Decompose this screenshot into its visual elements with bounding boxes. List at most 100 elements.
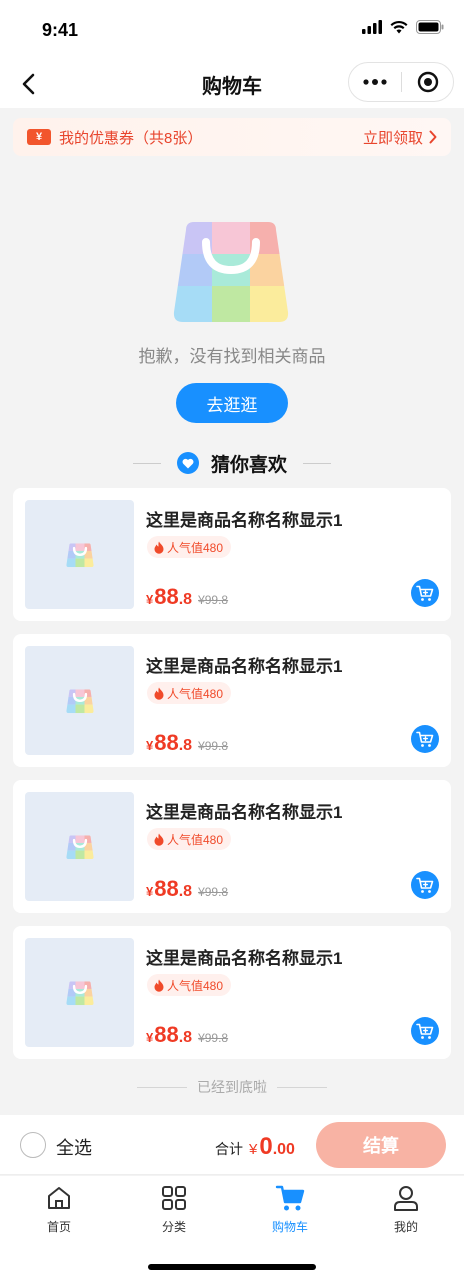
price-dec: .8 xyxy=(178,737,193,754)
coupon-text: 我的优惠券（共8张） xyxy=(59,129,203,147)
product-image[interactable] xyxy=(25,646,134,755)
price-dec: .8 xyxy=(178,1029,193,1046)
nav-bar: 购物车 xyxy=(0,60,464,108)
popularity-badge: 人气值480 xyxy=(147,536,232,558)
cart-icon xyxy=(275,1185,305,1211)
product-image[interactable] xyxy=(25,792,134,901)
go-shopping-button[interactable]: 去逛逛 xyxy=(176,383,288,423)
add-cart-icon xyxy=(416,731,434,747)
original-price: ¥99.8 xyxy=(198,885,229,899)
tab-label: 购物车 xyxy=(271,1220,308,1234)
add-cart-icon xyxy=(416,1023,434,1039)
product-image[interactable] xyxy=(25,938,134,1047)
total-amount: 合计 ¥ 0 .00 xyxy=(215,1133,295,1161)
home-indicator xyxy=(148,1264,316,1270)
shopping-bag-placeholder-icon xyxy=(65,542,94,567)
heart-icon xyxy=(176,452,199,474)
coupon-ticket-icon: ¥ xyxy=(27,129,51,145)
price-dec: .8 xyxy=(178,883,193,900)
select-all-checkbox[interactable] xyxy=(20,1132,46,1158)
add-to-cart-button[interactable] xyxy=(411,725,439,753)
target-close-icon xyxy=(417,71,438,93)
shopping-bag-placeholder-icon xyxy=(65,980,94,1005)
add-to-cart-button[interactable] xyxy=(411,1017,439,1045)
checkout-bar: 全选 合计 ¥ 0 .00 结算 xyxy=(0,1115,464,1175)
status-icons xyxy=(362,20,444,34)
original-price: ¥99.8 xyxy=(198,593,229,607)
original-price: ¥99.8 xyxy=(198,1031,229,1045)
price-currency: ¥ xyxy=(146,738,154,753)
price-dec: .8 xyxy=(178,591,193,608)
mini-program-capsule xyxy=(348,62,454,102)
tab-category[interactable]: 分类 xyxy=(129,1182,219,1238)
tab-label: 我的 xyxy=(393,1220,418,1234)
home-icon xyxy=(48,1187,70,1209)
popularity-badge: 人气值480 xyxy=(147,682,232,704)
divider-line xyxy=(303,462,331,464)
product-name[interactable]: 这里是商品名称名称显示1 xyxy=(146,506,342,531)
wifi-icon xyxy=(390,20,408,34)
total-label: 合计 xyxy=(215,1141,243,1157)
price-int: 88 xyxy=(154,1022,179,1047)
more-button[interactable] xyxy=(349,63,401,101)
chevron-right-icon xyxy=(429,130,437,144)
total-int: 0 xyxy=(259,1133,273,1160)
product-name[interactable]: 这里是商品名称名称显示1 xyxy=(146,652,342,677)
product-card[interactable]: 这里是商品名称名称显示1 人气值480 ¥88.8 ¥99.8 xyxy=(13,780,451,913)
end-of-list: 已经到底啦 xyxy=(0,1076,464,1098)
coupon-get-link[interactable]: 立即领取 xyxy=(363,127,437,148)
recommend-header: 猜你喜欢 xyxy=(0,448,464,478)
recommend-title: 猜你喜欢 xyxy=(210,454,287,476)
more-dots-icon xyxy=(363,79,387,85)
flame-icon xyxy=(154,979,164,992)
shopping-bag-illustration-icon xyxy=(173,222,289,322)
select-all-label[interactable]: 全选 xyxy=(56,1134,92,1160)
product-price: ¥88.8 ¥99.8 xyxy=(146,730,228,756)
price-int: 88 xyxy=(154,584,179,609)
shopping-bag-placeholder-icon xyxy=(65,834,94,859)
original-price: ¥99.8 xyxy=(198,739,229,753)
tab-home[interactable]: 首页 xyxy=(14,1182,104,1238)
tab-mine[interactable]: 我的 xyxy=(361,1182,451,1238)
signal-icon xyxy=(362,20,382,34)
product-card[interactable]: 这里是商品名称名称显示1 人气值480 ¥88.8 ¥99.8 xyxy=(13,488,451,621)
price-int: 88 xyxy=(154,876,179,901)
coupon-banner[interactable]: ¥ 我的优惠券（共8张） 立即领取 xyxy=(13,118,451,156)
product-image[interactable] xyxy=(25,500,134,609)
product-card[interactable]: 这里是商品名称名称显示1 人气值480 ¥88.8 ¥99.8 xyxy=(13,634,451,767)
tab-label: 首页 xyxy=(46,1220,71,1234)
price-currency: ¥ xyxy=(146,1030,154,1045)
product-name[interactable]: 这里是商品名称名称显示1 xyxy=(146,798,342,823)
close-program-button[interactable] xyxy=(402,63,453,101)
product-card[interactable]: 这里是商品名称名称显示1 人气值480 ¥88.8 ¥99.8 xyxy=(13,926,451,1059)
popularity-badge: 人气值480 xyxy=(147,828,232,850)
product-price: ¥88.8 ¥99.8 xyxy=(146,876,228,902)
total-dec: .00 xyxy=(272,1141,295,1158)
popularity-text: 人气值480 xyxy=(167,832,224,847)
product-price: ¥88.8 ¥99.8 xyxy=(146,1022,228,1048)
divider-line xyxy=(132,462,161,464)
checkout-button[interactable]: 结算 xyxy=(316,1122,446,1168)
divider-line xyxy=(137,1086,187,1088)
tab-label: 分类 xyxy=(161,1220,186,1234)
flame-icon xyxy=(154,541,164,554)
flame-icon xyxy=(154,687,164,700)
popularity-text: 人气值480 xyxy=(167,686,224,701)
add-cart-icon xyxy=(416,585,434,601)
price-currency: ¥ xyxy=(146,884,154,899)
status-time: 9:41 xyxy=(42,20,79,40)
tab-cart[interactable]: 购物车 xyxy=(245,1182,335,1238)
popularity-text: 人气值480 xyxy=(167,978,224,993)
price-int: 88 xyxy=(154,730,179,755)
add-to-cart-button[interactable] xyxy=(411,579,439,607)
popularity-badge: 人气值480 xyxy=(147,974,232,996)
product-name[interactable]: 这里是商品名称名称显示1 xyxy=(146,944,342,969)
end-note-text: 已经到底啦 xyxy=(197,1079,267,1095)
empty-message: 抱歉，没有找到相关商品 xyxy=(138,347,326,366)
flame-icon xyxy=(154,833,164,846)
add-to-cart-button[interactable] xyxy=(411,871,439,899)
status-bar: 9:41 xyxy=(0,0,464,60)
price-currency: ¥ xyxy=(146,592,154,607)
coupon-get-label: 立即领取 xyxy=(362,129,423,147)
battery-icon xyxy=(416,20,444,34)
